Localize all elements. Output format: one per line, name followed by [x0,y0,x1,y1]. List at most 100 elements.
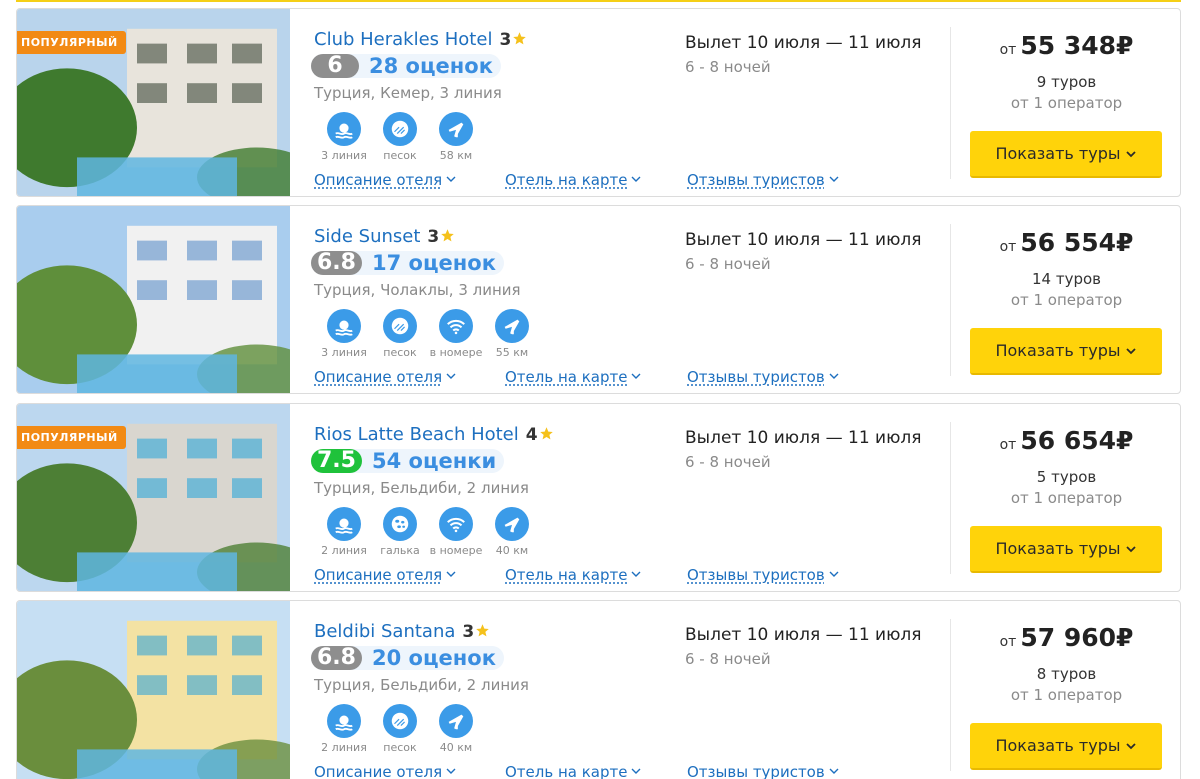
reviews-count-link[interactable]: 20 оценок [372,646,496,670]
reviews-count-link[interactable]: 17 оценок [372,251,496,275]
show-tours-button[interactable]: Показать туры [970,328,1162,375]
tourist-reviews-link[interactable]: Отзывы туристов [687,763,839,779]
hotel-map-link[interactable]: Отель на карте [505,566,641,584]
link-label: Описание отеля [314,171,443,189]
hotel-stars: 3 [499,30,527,50]
star-count: 3 [462,621,475,642]
price-value: 56 554₽ [1020,228,1134,257]
star-count: 3 [499,29,512,50]
hotel-name-link[interactable]: Club Herakles Hotel [314,29,492,50]
hotel-description-link[interactable]: Описание отеля [314,171,456,189]
price-box: от 55 348₽ 9 туров от 1 оператор Показать… [951,9,1180,196]
rating-line: 6 28 оценок [311,54,501,78]
hotel-description-link[interactable]: Описание отеля [314,763,456,779]
sand-icon [383,704,417,738]
chevron-down-icon [829,176,839,182]
star-count: 4 [525,424,538,445]
button-label: Показать туры [995,144,1121,163]
hotel-stars: 3 [427,227,455,247]
link-label: Отзывы туристов [687,368,825,386]
feature-label: песок [383,741,417,754]
show-tours-button[interactable]: Показать туры [970,131,1162,178]
hotel-location: Турция, Бельдиби, 2 линия [314,676,529,694]
feature-label: 40 км [495,544,529,557]
link-label: Отель на карте [505,566,628,584]
hotel-info: Rios Latte Beach Hotel 4 7.5 54 оценки Т… [311,404,684,591]
chevron-down-icon [1125,150,1136,157]
feature-item: 2 линия [316,704,372,754]
feature-label: в номере [429,346,483,359]
hotel-title-line: Club Herakles Hotel 3 [314,29,527,50]
price-box: от 56 554₽ 14 туров от 1 оператор Показат… [951,206,1180,393]
hotel-title-line: Rios Latte Beach Hotel 4 [314,424,554,445]
chevron-down-icon [1125,545,1136,552]
hotel-stars: 3 [462,622,490,642]
hotel-map-link[interactable]: Отель на карте [505,171,641,189]
hotel-description-link[interactable]: Описание отеля [314,368,456,386]
chevron-down-icon [446,176,456,182]
feature-label: 55 км [495,346,529,359]
hotel-card: Beldibi Santana 3 6.8 20 оценок Турция, … [16,600,1181,779]
feature-item: песок [372,112,428,162]
hotel-description-link[interactable]: Описание отеля [314,566,456,584]
top-border [16,0,1181,4]
tourist-reviews-link[interactable]: Отзывы туристов [687,566,839,584]
tours-count: 9 туров [1036,73,1097,91]
wifi-icon [439,309,473,343]
hotel-name-link[interactable]: Side Sunset [314,226,420,247]
reviews-count-link[interactable]: 28 оценок [369,54,493,78]
hotel-name-link[interactable]: Rios Latte Beach Hotel [314,424,519,445]
price-line: от 55 348₽ [951,31,1180,60]
star-icon [539,426,553,439]
chevron-down-icon [446,373,456,379]
tourist-reviews-link[interactable]: Отзывы туристов [687,368,839,386]
beach-line-icon [327,309,361,343]
tours-count: 14 туров [1031,270,1101,288]
show-tours-button[interactable]: Показать туры [970,723,1162,770]
star-icon [441,228,454,241]
rating-score-badge: 7.5 [311,449,362,473]
hotel-photo[interactable] [17,206,290,393]
feature-label: 40 км [439,741,473,754]
link-label: Отзывы туристов [687,566,825,584]
rating-score-badge: 6.8 [311,251,362,275]
reviews-count-link[interactable]: 54 оценки [372,449,496,473]
feature-list: 3 линия песок в номере 55 км [316,309,540,359]
hotel-title-line: Side Sunset 3 [314,226,455,247]
rating-line: 6.8 17 оценок [311,251,504,275]
operators-count: от 1 оператор [1010,94,1123,112]
rating-score-badge: 6 [311,54,359,78]
hotel-card: Side Sunset 3 6.8 17 оценок Турция, Чола… [16,205,1181,394]
hotel-photo[interactable] [17,601,290,779]
airport-distance-icon [495,507,529,541]
hotel-name-link[interactable]: Beldibi Santana [314,621,455,642]
flight-nights: 6 - 8 ночей [685,58,771,76]
hotel-map-link[interactable]: Отель на карте [505,763,641,779]
price-value: 56 654₽ [1020,426,1134,455]
beach-line-icon [327,112,361,146]
feature-item: 3 линия [316,309,372,359]
hotel-location: Турция, Бельдиби, 2 линия [314,479,529,497]
feature-list: 3 линия песок 58 км [316,112,484,162]
price-box: от 56 654₽ 5 туров от 1 оператор Показать… [951,404,1180,591]
chevron-down-icon [446,768,456,774]
price-line: от 57 960₽ [951,623,1180,652]
hotel-photo-image [17,601,290,779]
feature-item: 40 км [428,704,484,754]
chevron-down-icon [631,373,641,379]
tourist-reviews-link[interactable]: Отзывы туристов [687,171,839,189]
flight-nights: 6 - 8 ночей [685,255,771,273]
operators-count: от 1 оператор [1010,291,1123,309]
flight-info: Вылет 10 июля — 11 июля 6 - 8 ночей [685,33,922,76]
hotel-location: Турция, Чолаклы, 3 линия [314,281,521,299]
show-tours-button[interactable]: Показать туры [970,526,1162,573]
popular-badge: ПОПУЛЯРНЫЙ [17,426,126,449]
hotel-info: Club Herakles Hotel 3 6 28 оценок Турция… [311,9,684,196]
airport-distance-icon [439,112,473,146]
hotel-map-link[interactable]: Отель на карте [505,368,641,386]
flight-dates: Вылет 10 июля — 11 июля [685,230,922,250]
feature-item: в номере [428,507,484,557]
feature-label: 3 линия [321,149,367,162]
hotel-info: Beldibi Santana 3 6.8 20 оценок Турция, … [311,601,684,779]
star-count: 3 [427,226,440,247]
